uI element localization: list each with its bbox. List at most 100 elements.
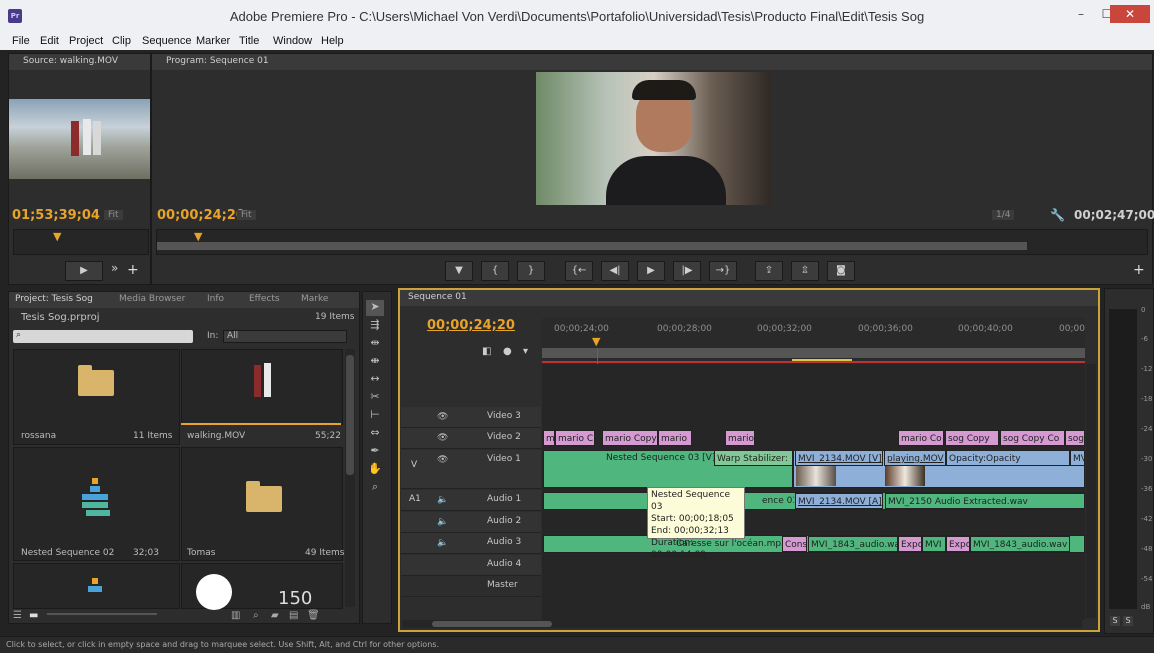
speaker-icon[interactable]: 🔈 [437,538,448,548]
timeline-clip[interactable]: MVI_1843_audio.wa [808,536,898,552]
close-button[interactable]: ✕ [1110,5,1150,23]
automate-icon[interactable]: ▥ [231,610,240,621]
menu-help[interactable]: Help [321,35,344,47]
find-icon[interactable]: ⌕ [253,610,259,621]
add-marker-icon[interactable]: ● [503,346,512,357]
menu-clip[interactable]: Clip [112,35,131,47]
tab-source[interactable]: Source: walking.MOV [23,56,118,66]
program-playhead-icon[interactable]: ▼ [194,230,202,243]
source-add-button-icon[interactable]: + [127,262,139,278]
timeline-clip[interactable]: Opacity:Opacity [946,450,1070,466]
selection-tool-icon[interactable]: ➤ [366,300,384,316]
timeline-clip[interactable]: sog Copy [945,430,999,446]
track-target-a1[interactable]: A1 [409,494,421,504]
wrench-icon[interactable]: 🔧 [1050,208,1065,222]
export-frame-camera-icon[interactable]: ◙ [827,261,855,281]
source-more-icon[interactable]: » [111,261,118,275]
timeline-clip[interactable]: ence 03 [A] [760,493,794,509]
go-to-in-button[interactable]: {← [565,261,593,281]
track-header-video1[interactable]: V 👁 Video 1 [401,450,541,489]
trash-icon[interactable]: 🗑 [307,610,320,621]
program-fit-select[interactable]: Fit [237,210,256,220]
rolling-edit-tool-icon[interactable]: ⇼ [366,354,384,370]
hand-tool-icon[interactable]: ✋ [366,462,384,478]
pen-tool-icon[interactable]: ✒ [366,444,384,460]
speaker-icon[interactable]: 🔈 [437,517,448,527]
timeline-clip[interactable]: m [543,430,555,446]
track-target-v[interactable]: V [411,460,417,470]
timeline-clip[interactable]: mario [725,430,755,446]
in-filter-select[interactable]: All [223,330,347,343]
go-to-out-button[interactable]: →} [709,261,737,281]
menu-marker[interactable]: Marker [196,35,230,47]
icon-view-icon[interactable]: ▬ [29,610,38,621]
tab-project[interactable]: Project: Tesis Sog [15,294,93,304]
menu-window[interactable]: Window [273,35,312,47]
snap-icon[interactable]: ◧ [482,346,491,357]
project-scrollbar[interactable] [345,349,355,607]
track-header-audio3[interactable]: 🔈 Audio 3 [401,533,541,554]
mark-out-button[interactable]: } [517,261,545,281]
program-timecode[interactable]: 00;00;24;20 [157,208,245,223]
meter-solo-button[interactable]: S [1123,616,1133,626]
program-scrub-bar[interactable] [156,229,1148,255]
source-fit-select[interactable]: Fit [104,210,123,220]
menu-title[interactable]: Title [239,35,259,47]
list-view-icon[interactable]: ☰ [13,610,22,621]
tab-info[interactable]: Info [207,294,224,304]
marker-icon[interactable]: ▾ [523,346,528,357]
source-play-button[interactable]: ▶ [65,261,103,281]
menu-project[interactable]: Project [69,35,103,47]
tab-program[interactable]: Program: Sequence 01 [166,56,269,66]
step-forward-button[interactable]: |▶ [673,261,701,281]
timeline-clip[interactable]: Expo [946,536,970,552]
timeline-clip[interactable]: MVI_2150 Audio Extracted.wav [885,493,1085,509]
track-header-audio1[interactable]: A1 🔈 Audio 1 [401,490,541,511]
timeline-clip[interactable]: sog [1065,430,1085,446]
eye-icon[interactable]: 👁 [437,455,448,465]
minimize-button[interactable]: – [1068,5,1094,23]
new-bin-icon[interactable]: ▰ [271,610,279,621]
timeline-clip[interactable]: mario Co [898,430,944,446]
timeline-clip[interactable]: mario [658,430,692,446]
menu-edit[interactable]: Edit [40,35,59,47]
bin-item[interactable] [13,563,180,609]
tab-markers[interactable]: Marke [301,294,328,304]
project-search-input[interactable]: ⌕ [13,330,193,343]
lift-button[interactable]: ⇪ [755,261,783,281]
timeline-clip[interactable]: MVI_1843_audio.wav [970,536,1070,552]
add-marker-button[interactable]: ▼ [445,261,473,281]
source-scrub-bar[interactable] [13,229,149,255]
timeline-clip[interactable]: sog Copy Co [1000,430,1065,446]
source-timecode[interactable]: 01;53;39;04 [12,208,100,223]
eye-icon[interactable]: 👁 [437,433,448,443]
track-header-video2[interactable]: 👁 Video 2 [401,428,541,449]
timeline-clip[interactable]: MVI_2134.MOV [A] [795,493,883,509]
timeline-clip[interactable]: playing.MOV [884,450,946,466]
zoom-tool-icon[interactable]: ⌕ [366,480,384,496]
timeline-clip[interactable]: Expo [898,536,922,552]
timeline-timecode[interactable]: 00;00;24;20 [427,318,515,333]
tab-effects[interactable]: Effects [249,294,280,304]
new-item-icon[interactable]: ▤ [289,610,298,621]
menu-sequence[interactable]: Sequence [142,35,192,47]
track-header-master[interactable]: Master [401,576,541,597]
slide-tool-icon[interactable]: ⇔ [366,426,384,442]
razor-tool-icon[interactable]: ✂ [366,390,384,406]
timeline-clip[interactable]: MVI_2134.MOV [V] [795,450,883,466]
extract-button[interactable]: ⇫ [791,261,819,281]
tab-media-browser[interactable]: Media Browser [119,294,185,304]
track-header-video3[interactable]: 👁 Video 3 [401,407,541,428]
timeline-scroll-thumb[interactable] [432,621,552,627]
timeline-horizontal-scrollbar[interactable] [402,620,1082,628]
timeline-clip[interactable]: MVI [922,536,946,552]
ripple-edit-tool-icon[interactable]: ⇹ [366,336,384,352]
bin-item[interactable] [181,447,343,561]
rate-stretch-tool-icon[interactable]: ↔ [366,372,384,388]
menu-file[interactable]: File [12,35,30,47]
timeline-clip[interactable]: Warp Stabilizer: [714,450,793,466]
track-header-audio4[interactable]: Audio 4 [401,555,541,576]
track-select-tool-icon[interactable]: ⇶ [366,318,384,334]
work-area-bar[interactable] [542,348,1085,358]
step-back-button[interactable]: ◀| [601,261,629,281]
